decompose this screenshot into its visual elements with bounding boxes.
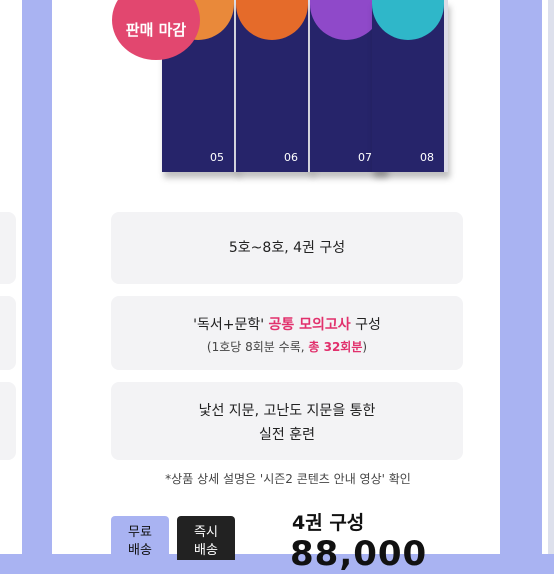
info-text: '독서+문학' [193,317,269,333]
info-text: 낯선 지문, 고난도 지문을 통한 [198,403,376,419]
left-panel [0,0,22,554]
highlight-text: 공통 모의고사 [268,317,351,333]
book-cover [236,0,308,40]
info-text: 5호~8호, 4권 구성 [228,240,346,256]
info-text: 실전 훈련 [259,427,315,443]
product-price: 88,000 [290,534,428,574]
info-text: ) [362,340,368,354]
book-number: 08 [420,151,434,164]
info-text: 구성 [350,317,381,333]
left-card [0,212,16,284]
product-card: 05 06 07 08 판매 마감 5호~8호, 4권 구성 '독서+문학' 공… [52,0,500,574]
book-number: 05 [210,151,224,164]
book-set-image: 05 06 07 08 판매 마감 [52,0,500,190]
info-line: '독서+문학' 공통 모의고사 구성 [111,314,463,334]
highlight-text: 총 32회분 [308,340,363,354]
detail-note: *상품 상세 설명은 '시즌2 콘텐츠 안내 영상' 확인 [165,472,411,486]
book-06: 06 [236,0,312,172]
scrollbar-track[interactable] [548,0,554,554]
book-08: 08 [372,0,448,172]
button-label: 즉시 [194,525,218,540]
info-text: (1호당 8회분 수록, [206,340,309,354]
instant-shipping-button[interactable]: 즉시 배송 [177,516,235,560]
book-number: 06 [284,151,298,164]
left-card [0,382,16,460]
free-shipping-button[interactable]: 무료 배송 [111,516,169,560]
book-cover [372,0,444,40]
button-label: 배송 [194,543,218,558]
product-title: 4권 구성 [292,512,365,534]
info-box-volumes: 5호~8호, 4권 구성 [111,212,463,284]
info-box-training: 낯선 지문, 고난도 지문을 통한 실전 훈련 [111,382,463,460]
info-box-composition: '독서+문학' 공통 모의고사 구성 (1호당 8회분 수록, 총 32회분) [111,296,463,370]
button-label: 무료 [128,525,152,540]
info-line: (1호당 8회분 수록, 총 32회분) [111,338,463,355]
button-label: 배송 [128,543,152,558]
book-number: 07 [358,151,372,164]
left-card [0,296,16,370]
